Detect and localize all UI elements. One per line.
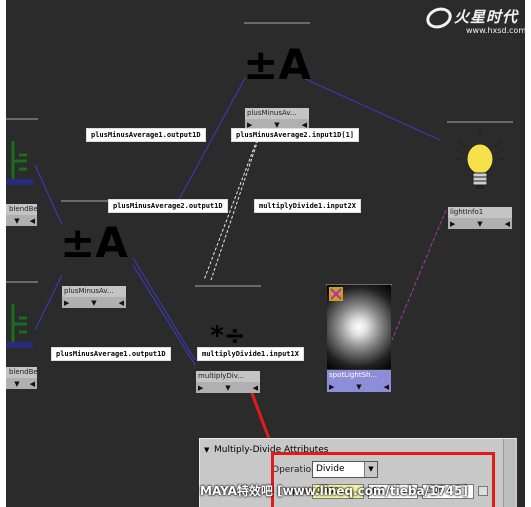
collapse-arrow-icon[interactable]: ▼: [204, 446, 209, 454]
output-port-icon[interactable]: ◀: [253, 384, 258, 392]
node-port-bar[interactable]: ▶ ▼ ◀: [327, 381, 391, 392]
node-blend-colors-1[interactable]: blendBet... ▼ ◀: [6, 118, 38, 226]
node-port-bar[interactable]: ▶ ▼ ◀: [196, 382, 260, 393]
bulb-glyph-icon: [455, 129, 505, 189]
logo-url: www.hxsd.com: [466, 26, 525, 35]
node-multiply-divide-1[interactable]: *÷ multiplyDiv... ▶ ▼ ◀: [195, 285, 261, 393]
logo-ring-icon: [423, 4, 455, 32]
blend-graph-icon: [6, 304, 33, 348]
input-port-icon[interactable]: ▶: [329, 383, 334, 391]
site-logo: 火星时代 www.hxsd.com: [420, 4, 525, 40]
expand-icon[interactable]: ▼: [356, 383, 361, 391]
expand-icon[interactable]: ▼: [477, 220, 482, 228]
expand-icon[interactable]: ▼: [225, 384, 230, 392]
node-label: plusMinusAv...: [62, 286, 126, 297]
node-spot-light-shape[interactable]: spotLightSh... ▶ ▼ ◀: [326, 284, 392, 392]
node-blend-colors-2[interactable]: blendBet... ▼ ◀: [6, 281, 38, 389]
spot-light-badge-icon: [329, 287, 343, 301]
spot-light-preview: [327, 285, 391, 369]
node-port-bar[interactable]: ▶ ▼ ◀: [448, 218, 512, 229]
connection-label: plusMinusAverage2.output1D: [108, 199, 228, 213]
plus-minus-symbol: ±A: [243, 40, 311, 89]
connection-label: multiplyDivide1.input2X: [254, 199, 361, 213]
connection-label: plusMinusAverage1.output1D: [51, 347, 171, 361]
connection-label: multiplyDivide1.input1X: [197, 347, 304, 361]
blend-icon: [6, 119, 37, 203]
expand-icon[interactable]: ▼: [91, 299, 96, 307]
node-port-bar[interactable]: ▼ ◀: [6, 215, 37, 226]
hypershade-graph[interactable]: ±A plusMinusAv... ▶ ▼ ◀ ±A plusMinusAv..…: [6, 0, 525, 507]
node-label: blendBet...: [6, 204, 37, 215]
output-port-icon[interactable]: ◀: [30, 380, 35, 388]
plus-minus-symbol: ±A: [60, 218, 128, 267]
plus-minus-icon: ±A: [243, 23, 311, 107]
output-port-icon[interactable]: ◀: [505, 220, 510, 228]
blend-graph-icon: [6, 141, 33, 185]
output-port-icon[interactable]: ◀: [30, 217, 35, 225]
connection-label: plusMinusAverage1.output1D: [86, 128, 206, 142]
logo-text: 火星时代: [454, 8, 519, 26]
output-port-icon[interactable]: ◀: [119, 299, 124, 307]
panel-scrollbar[interactable]: [503, 439, 515, 507]
input-port-icon[interactable]: ▶: [198, 384, 203, 392]
expand-icon[interactable]: ▼: [14, 217, 19, 225]
output-port-icon[interactable]: ◀: [384, 383, 389, 391]
node-label: plusMinusAv...: [245, 108, 309, 119]
multiply-divide-symbol: *÷: [210, 321, 246, 351]
watermark-text: MAYA特效吧 [www.lineq.com/tieba/1745]: [200, 484, 468, 498]
input-port-icon[interactable]: ▶: [64, 299, 69, 307]
node-label: spotLightSh...: [327, 370, 391, 381]
node-plus-minus-average-2[interactable]: ±A plusMinusAv... ▶ ▼ ◀: [243, 22, 311, 130]
input-port-icon[interactable]: ▶: [450, 220, 455, 228]
plus-minus-icon: ±A: [60, 201, 128, 285]
node-port-bar[interactable]: ▶ ▼ ◀: [62, 297, 126, 308]
light-bulb-icon: [448, 122, 512, 206]
node-port-bar[interactable]: ▼ ◀: [6, 378, 37, 389]
node-label: multiplyDiv...: [196, 371, 260, 382]
expand-icon[interactable]: ▼: [14, 380, 19, 388]
node-label: lightInfo1: [448, 207, 512, 218]
node-light-info-1[interactable]: lightInfo1 ▶ ▼ ◀: [447, 121, 513, 229]
blend-icon: [6, 282, 37, 366]
connection-label: plusMinusAverage2.input1D[1]: [231, 128, 360, 142]
node-label: blendBet...: [6, 367, 37, 378]
